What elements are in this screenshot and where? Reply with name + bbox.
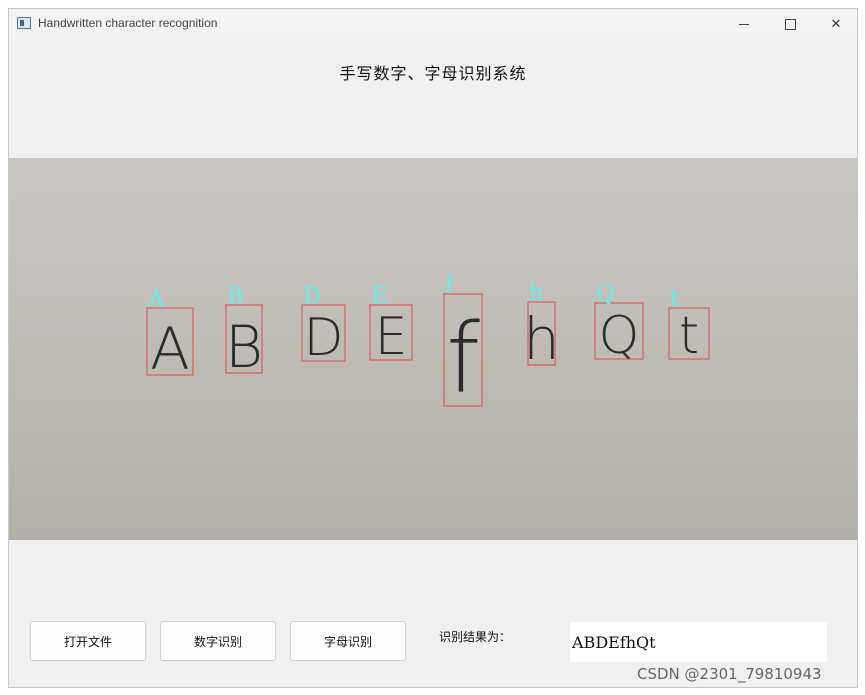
paper-background xyxy=(9,158,858,540)
result-label: 识别结果为： xyxy=(439,630,512,644)
close-button[interactable]: ✕ xyxy=(813,9,859,39)
title-bar[interactable]: Handwritten character recognition ✕ xyxy=(9,9,857,39)
handwritten-glyph: B xyxy=(225,313,263,381)
maximize-button[interactable] xyxy=(767,9,813,39)
close-icon: ✕ xyxy=(830,16,842,32)
letter-recognition-button[interactable]: 字母识别 xyxy=(290,621,406,661)
maximize-icon xyxy=(784,18,796,30)
handwritten-glyph: A xyxy=(150,315,190,383)
watermark: CSDN @2301_79810943 xyxy=(637,665,822,683)
detection-label: E xyxy=(371,284,387,309)
recognition-image: AABBDDEEffhhQQtt xyxy=(9,158,858,540)
handwritten-glyph: f xyxy=(446,303,480,415)
minimize-icon xyxy=(739,23,749,25)
recognition-image-canvas: AABBDDEEffhhQQtt xyxy=(9,158,858,540)
handwritten-glyph: Q xyxy=(599,306,640,366)
page-title: 手写数字、字母识别系统 xyxy=(339,64,527,83)
app-icon xyxy=(17,17,31,29)
minimize-button[interactable] xyxy=(721,9,767,39)
detection-label: t xyxy=(670,287,679,312)
detection-label: D xyxy=(303,284,321,309)
open-file-button[interactable]: 打开文件 xyxy=(30,621,146,661)
detection-label: B xyxy=(227,284,243,309)
handwritten-glyph: t xyxy=(679,306,699,366)
detection-label: Q xyxy=(596,282,614,307)
handwritten-glyph: h xyxy=(523,305,560,373)
detection-label: A xyxy=(147,287,165,312)
window-title: Handwritten character recognition xyxy=(38,16,218,30)
detection-f: ff xyxy=(443,273,483,415)
handwritten-glyph: E xyxy=(375,307,408,367)
app-window: Handwritten character recognition ✕ 手写数字… xyxy=(8,8,858,688)
detection-label: h xyxy=(529,281,543,306)
handwritten-glyph: D xyxy=(303,308,343,368)
digit-recognition-button[interactable]: 数字识别 xyxy=(160,621,276,661)
result-field[interactable] xyxy=(570,622,827,662)
